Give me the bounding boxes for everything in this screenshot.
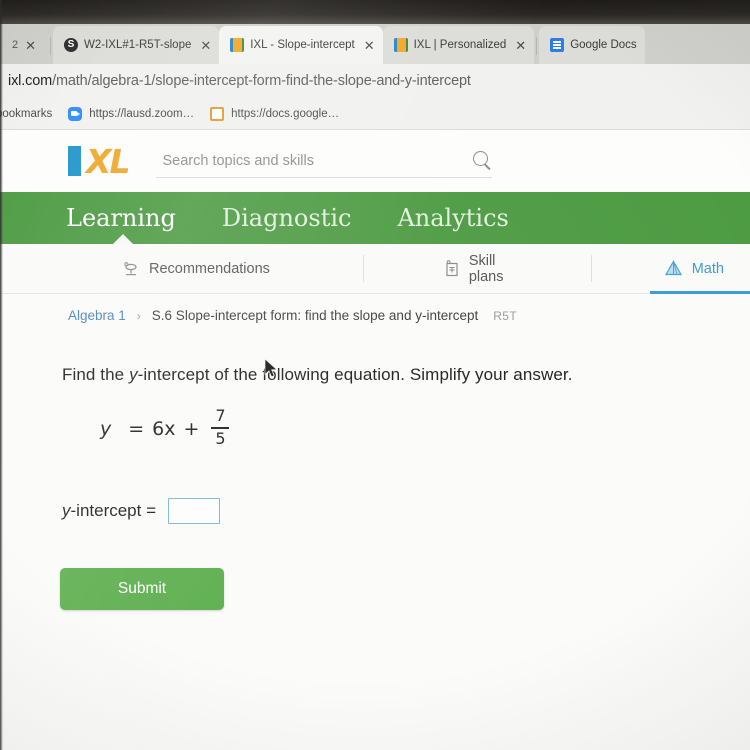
answer-label: y-intercept = [62,501,156,521]
subnav-item-skill-plans[interactable]: Skill plans [430,244,533,293]
nav-item-analytics[interactable]: Analytics [397,204,508,232]
url-domain: ixl.com [8,73,53,89]
answer-label-variable: y [62,501,71,521]
browser-tab-strip[interactable]: 2 ✕ S W2-IXL#1-R5T-slope ✕ IXL - Slope-i… [0,24,750,64]
equation-plus: + [183,417,200,440]
skill-code-badge: R5T [493,309,518,323]
search-icon[interactable] [473,151,489,166]
browser-tab-schoology[interactable]: S W2-IXL#1-R5T-slope ✕ [53,26,220,64]
search-input[interactable] [156,152,493,169]
bookmarks-bar[interactable]: bookmarks https://lausd.zoom… https://do… [0,98,750,130]
answer-label-rest: -intercept = [70,501,157,521]
question-prompt: Find the y-intercept of the following eq… [62,365,750,385]
breadcrumb: Algebra 1 › S.6 Slope-intercept form: fi… [0,294,750,323]
site-header: XL [0,130,750,192]
address-bar[interactable]: ixl.com/math/algebra-1/slope-intercept-f… [0,64,750,98]
logo-text: XL [86,141,131,181]
ixl-icon [393,38,408,52]
close-icon[interactable]: ✕ [22,39,36,52]
ixl-logo[interactable]: XL [68,141,131,181]
ixl-page: XL Learning Diagnostic Analytics [0,130,750,750]
close-icon[interactable]: ✕ [512,39,526,52]
y-intercept-input[interactable] [168,498,221,525]
google-docs-bookmark-icon [210,106,225,121]
bookmark-label: https://docs.google… [231,107,340,120]
screen-bezel-left [0,0,3,750]
tab-partial-offscreen[interactable]: 2 ✕ [0,26,48,64]
skill-plans-icon [444,260,460,277]
tab-title: W2-IXL#1-R5T-slope [84,39,192,51]
subnav-spacer [591,244,649,293]
ixl-icon [230,38,245,52]
equation: y = 6x + 7 5 [100,406,750,448]
fraction-denominator: 5 [215,428,226,448]
bookmarks-folder-label[interactable]: bookmarks [0,108,52,120]
chevron-right-icon: › [136,309,141,323]
subnav-item-recommendations[interactable]: Recommendations [108,244,296,293]
subnav-item-math[interactable]: Math [649,244,750,294]
schoology-icon: S [64,38,78,52]
browser-tab-google-docs[interactable]: Google Docs [539,26,645,64]
math-pyramid-icon [664,260,683,277]
fraction-numerator: 7 [215,406,226,425]
equation-term: 6x [152,417,176,440]
zoom-icon [68,106,83,121]
close-icon[interactable]: ✕ [361,39,375,52]
bookmark-label: https://lausd.zoom… [89,107,195,120]
browser-tab-ixl-slope-intercept[interactable]: IXL - Slope-intercept ✕ [219,26,383,64]
subnav-spacer [532,244,590,293]
tab-title: IXL | Personalized [413,39,507,51]
equation-fraction: 7 5 [211,406,230,448]
answer-row: y-intercept = [62,498,750,525]
secondary-nav: Recommendations Skill plans Math [0,244,750,294]
bookmark-google-docs[interactable]: https://docs.google… [210,106,340,121]
subnav-spacer [296,244,363,293]
schoology-icon-letter: S [67,39,75,50]
nav-item-learning[interactable]: Learning [66,204,176,232]
tab-divider [536,37,538,55]
tab-partial-label: 2 [11,39,19,51]
prompt-part-2: -intercept of the following equation. Si… [137,365,573,384]
tab-divider [50,37,51,55]
screen-bezel-top [0,0,750,24]
prompt-variable-y: y [129,365,138,384]
breadcrumb-skill: S.6 Slope-intercept form: find the slope… [151,308,479,323]
recommendations-icon [122,261,140,277]
browser-tab-ixl-personalized[interactable]: IXL | Personalized ✕ [382,26,535,64]
primary-nav: Learning Diagnostic Analytics [0,192,750,245]
url-text: ixl.com/math/algebra-1/slope-intercept-f… [8,73,471,89]
nav-item-diagnostic[interactable]: Diagnostic [222,204,352,232]
prompt-part-1: Find the [62,365,130,384]
google-docs-icon [550,38,565,52]
url-path: /math/algebra-1/slope-intercept-form-fin… [52,73,471,89]
equation-lhs: y [100,417,112,440]
bookmark-lausd-zoom[interactable]: https://lausd.zoom… [68,106,195,121]
subnav-label: Math [691,260,724,277]
subnav-label: Skill plans [468,252,504,285]
tab-title: Google Docs [570,39,637,51]
subnav-spacer [363,244,430,293]
equation-equals: = [128,417,145,440]
active-tab-underline [649,291,750,294]
breadcrumb-course[interactable]: Algebra 1 [68,308,126,323]
search-bar[interactable] [156,144,493,178]
subnav-label: Recommendations [149,260,270,277]
tab-title: IXL - Slope-intercept [250,39,355,51]
submit-button[interactable]: Submit [60,568,224,611]
close-icon[interactable]: ✕ [197,39,211,52]
logo-bar-icon [68,146,81,176]
